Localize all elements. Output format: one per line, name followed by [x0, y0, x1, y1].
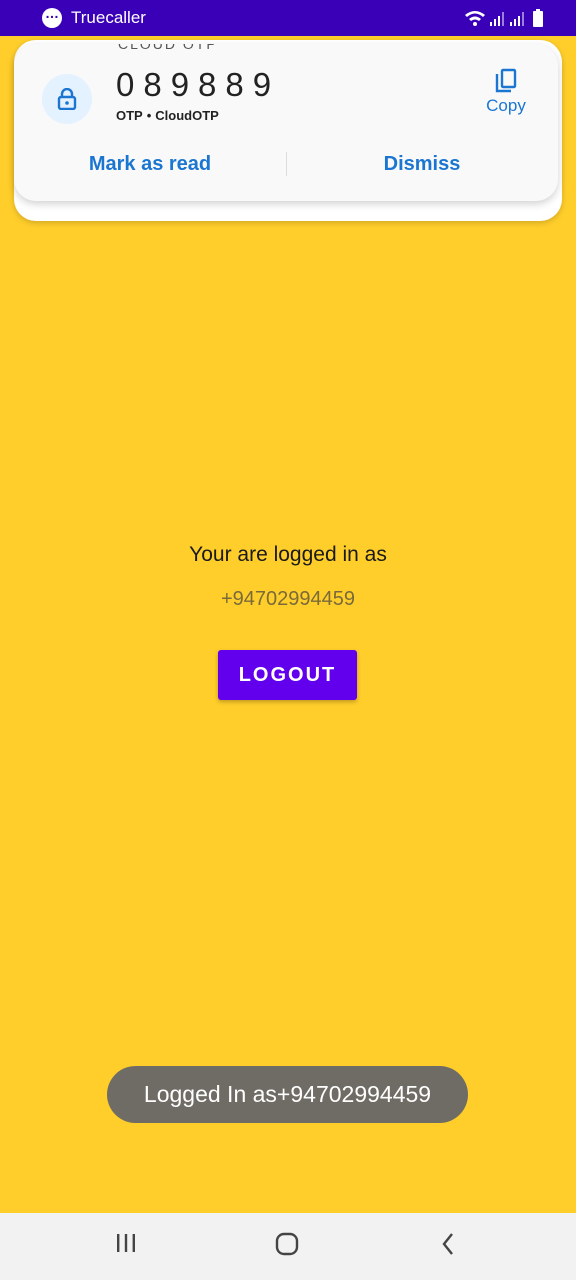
- otp-code: 089889: [116, 66, 281, 103]
- toast-message: Logged In as+94702994459: [107, 1066, 468, 1123]
- chat-bubble-icon: [42, 5, 62, 28]
- mark-as-read-button[interactable]: Mark as read: [14, 142, 286, 186]
- status-icons-svg: [465, 9, 543, 27]
- lock-icon-badge: [42, 74, 92, 124]
- battery-icon: [533, 9, 543, 27]
- dismiss-button[interactable]: Dismiss: [286, 142, 558, 186]
- navigation-bar: [0, 1213, 576, 1280]
- signal-icon: [510, 12, 524, 26]
- status-app-name: Truecaller: [71, 8, 146, 27]
- home-button[interactable]: [267, 1231, 307, 1261]
- copy-button[interactable]: Copy: [476, 68, 536, 122]
- copy-icon: [495, 68, 517, 93]
- notification-peek-text: CLOUD OTP: [118, 44, 218, 52]
- home-icon: [275, 1232, 299, 1256]
- phone-number: +94702994459: [220, 588, 356, 610]
- recents-icon: [117, 1234, 135, 1252]
- status-bar: Truecaller: [0, 0, 576, 36]
- otp-source-name: CloudOTP: [155, 108, 219, 123]
- otp-label: OTP: [116, 108, 143, 123]
- signal-icon: [490, 12, 504, 26]
- logout-button[interactable]: LOGOUT: [218, 650, 357, 700]
- copy-label: Copy: [486, 96, 526, 115]
- back-button[interactable]: [429, 1231, 469, 1261]
- recents-button[interactable]: [106, 1231, 146, 1261]
- lock-icon: [57, 88, 77, 110]
- logged-in-label: Your are logged in as: [189, 543, 387, 566]
- otp-source-line: OTP • CloudOTP: [116, 108, 219, 123]
- back-icon: [442, 1233, 453, 1255]
- status-icons: [464, 8, 550, 28]
- notification-actions: Mark as read Dismiss: [14, 142, 558, 186]
- otp-separator: •: [146, 108, 152, 123]
- wifi-icon: [465, 11, 485, 26]
- otp-notification[interactable]: CLOUD OTP 089889 OTP • CloudOTP Copy Mar…: [14, 44, 558, 201]
